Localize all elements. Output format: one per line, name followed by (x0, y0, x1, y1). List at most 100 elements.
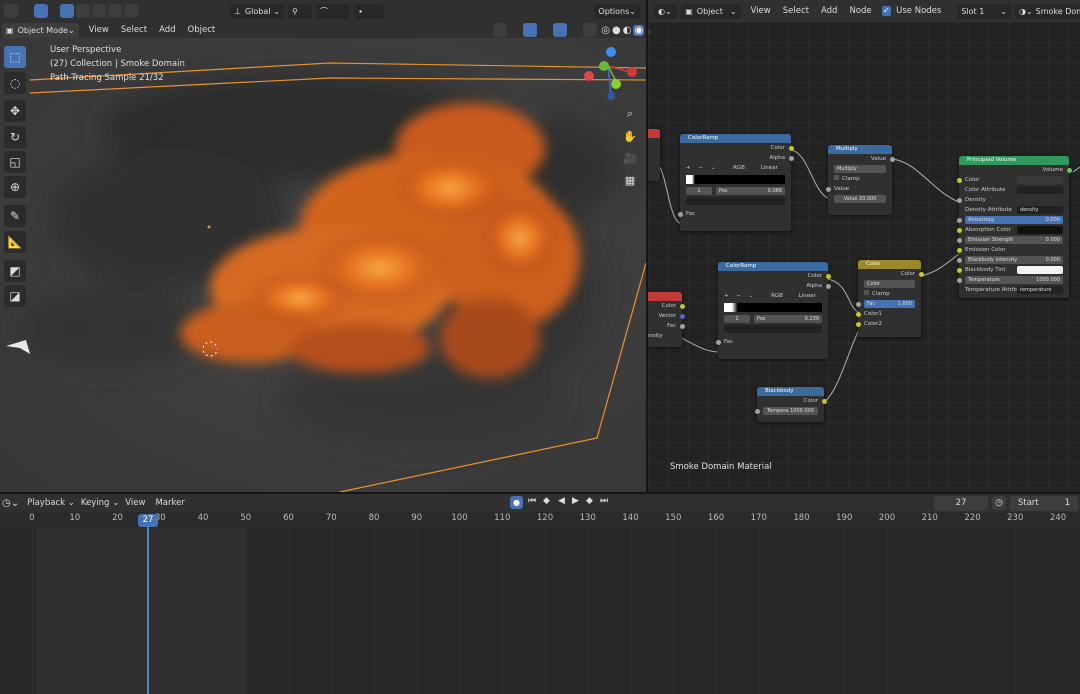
colorramp-node-1[interactable]: ColorRamp Color Alpha + − ⌄ RGB Linear 1… (677, 134, 794, 231)
add-stop-icon[interactable]: + (686, 165, 691, 171)
stop-color-swatch[interactable] (718, 324, 828, 334)
zoom-icon[interactable]: ⌕ (622, 106, 638, 122)
node-menu-add[interactable]: Add (821, 6, 837, 16)
add-cube-tool[interactable]: ◩ (4, 260, 26, 282)
attribute-node[interactable]: Color Vector Fac ensity (648, 292, 685, 347)
editor-type-icon[interactable] (4, 4, 18, 18)
partial-node-top[interactable] (648, 129, 660, 181)
blackbody-node[interactable]: Blackbody Color Tempera 1000.000 (754, 387, 827, 422)
node-menu-node[interactable]: Node (849, 6, 871, 16)
menu-add[interactable]: Add (159, 25, 175, 35)
operation-dropdown[interactable]: Multiply (828, 164, 892, 174)
mode-invert-icon[interactable] (108, 4, 122, 18)
select-tool[interactable]: ⬚ (4, 46, 26, 68)
ortho-grid-icon[interactable]: ▦ (622, 172, 638, 188)
start-frame-field[interactable]: Start 1 (1010, 496, 1078, 511)
gizmo-toggle-icon[interactable] (523, 23, 538, 37)
mix-color-node[interactable]: Color Color Color Clamp Fac 1.000 Color1 … (855, 260, 924, 337)
jump-keyframe-forward-icon[interactable]: ◆ (586, 496, 593, 506)
play-icon[interactable]: ▶ (572, 496, 579, 506)
node-editor[interactable]: Color Vector Fac ensity ColorRamp Color … (648, 22, 1080, 492)
math-multiply-node[interactable]: Multiply Value Multiply Clamp Value Valu… (825, 145, 895, 215)
scale-tool[interactable]: ◱ (4, 151, 26, 173)
mode-intersect-icon[interactable] (124, 4, 138, 18)
stop-index-field[interactable]: 1 (686, 187, 712, 195)
color-mode-dropdown[interactable]: RGB (771, 293, 783, 299)
stop-index-field[interactable]: 2 (724, 315, 750, 323)
menu-marker[interactable]: Marker (155, 498, 184, 508)
options-dropdown[interactable]: Options ⌄ (594, 3, 640, 19)
add-plane-tool[interactable]: ◪ (4, 285, 26, 307)
move-tool[interactable]: ✥ (4, 100, 26, 122)
material-selector[interactable]: ◑⌄ Smoke Domain (1014, 3, 1080, 19)
pivot-point-dropdown[interactable]: ⚲ (288, 3, 312, 19)
shading-solid-icon[interactable]: ● (612, 25, 621, 36)
value-field[interactable]: Value 20.000 (828, 194, 892, 204)
interpolation-dropdown[interactable]: Linear (799, 293, 816, 299)
navigation-gizmo[interactable] (584, 47, 637, 100)
overlay-toggle-icon[interactable] (553, 23, 568, 37)
shading-rendered-icon[interactable]: ◉ (633, 24, 645, 36)
color-mode-dropdown[interactable]: RGB (733, 165, 745, 171)
stop-pos-field[interactable]: Pos 0.066 (716, 187, 785, 195)
interpolation-dropdown[interactable]: Linear (761, 165, 778, 171)
jump-start-icon[interactable]: ⏮ (528, 496, 536, 506)
transform-tool[interactable]: ⊕ (4, 176, 26, 198)
attr-name-field[interactable]: ensity (648, 331, 682, 341)
remove-stop-icon[interactable]: − (698, 165, 703, 171)
use-nodes-checkbox[interactable]: ✓ (881, 6, 892, 16)
annotate-tool[interactable]: ✎ (4, 205, 26, 227)
select-box-icon[interactable] (34, 4, 48, 18)
xray-toggle-icon[interactable] (583, 23, 598, 37)
clamp-checkbox[interactable]: Clamp (858, 289, 921, 299)
cursor-tool[interactable]: ◌ (4, 72, 26, 94)
blend-mode-dropdown[interactable]: Color (858, 279, 921, 289)
clamp-checkbox[interactable]: Clamp (828, 174, 892, 184)
ramp-gradient[interactable] (680, 173, 791, 186)
object-mode-dropdown[interactable]: ▣ Object Mode ⌄ (2, 22, 79, 38)
ramp-gradient[interactable] (718, 301, 828, 314)
current-frame-field[interactable]: 27 (934, 496, 988, 511)
pan-hand-icon[interactable]: ✋ (622, 128, 638, 144)
add-stop-icon[interactable]: + (724, 293, 729, 299)
region-toggle-icon[interactable]: › (648, 28, 651, 36)
mode-new-icon[interactable] (60, 4, 74, 18)
shading-wireframe-icon[interactable]: ◎ (601, 25, 610, 36)
slot-dropdown[interactable]: Slot 1 ⌄ (957, 3, 1011, 19)
jump-keyframe-back-icon[interactable]: ◆ (543, 496, 550, 506)
shading-material-icon[interactable]: ◐ (623, 25, 632, 36)
camera-view-icon[interactable]: 🎥 (622, 150, 638, 166)
menu-playback[interactable]: Playback ⌄ (27, 498, 75, 508)
object-shader-dropdown[interactable]: ▣ Object ⌄ (681, 3, 741, 19)
playhead-frame-badge[interactable]: 27 (138, 514, 158, 527)
clock-icon[interactable]: ◷⌄ (2, 498, 19, 509)
ramp-menu-icon[interactable]: ⌄ (711, 165, 716, 171)
transform-orientation-dropdown[interactable]: ⊥ Global ⌄ (230, 3, 284, 19)
ramp-menu-icon[interactable]: ⌄ (749, 293, 754, 299)
menu-keying[interactable]: Keying ⌄ (81, 498, 119, 508)
node-editor-type-dropdown[interactable]: ◐⌄ (654, 3, 678, 19)
menu-view[interactable]: View (89, 25, 109, 35)
playhead-line[interactable] (147, 524, 149, 694)
proportional-edit-toggle[interactable]: ∙ (354, 3, 384, 19)
auto-keying-button[interactable]: ● (510, 496, 523, 509)
mode-subtract-icon[interactable] (92, 4, 106, 18)
mode-extend-icon[interactable] (76, 4, 90, 18)
colorramp-node-2[interactable]: ColorRamp Color Alpha + − ⌄ RGB Linear 2… (715, 262, 831, 359)
rotate-tool[interactable]: ↻ (4, 126, 26, 148)
play-reverse-icon[interactable]: ◀ (558, 496, 565, 506)
node-menu-view[interactable]: View (751, 6, 771, 16)
node-menu-select[interactable]: Select (783, 6, 809, 16)
remove-stop-icon[interactable]: − (736, 293, 741, 299)
menu-view[interactable]: View (125, 498, 145, 508)
stop-color-swatch[interactable] (680, 196, 791, 206)
3d-viewport[interactable]: ⬚ ◌ ✥ ↻ ◱ ⊕ ✎ 📐 ◩ ◪ User Perspective (27… (0, 38, 646, 492)
snap-toggle[interactable]: ⌒ (316, 3, 350, 19)
jump-end-icon[interactable]: ⏭ (600, 496, 608, 506)
stopwatch-icon[interactable]: ◷ (992, 496, 1006, 510)
visibility-icon[interactable] (493, 23, 508, 37)
measure-tool[interactable]: 📐 (4, 231, 26, 253)
sidebar-toggle-icon[interactable] (4, 338, 30, 356)
timeline[interactable]: ◷⌄ Playback ⌄ Keying ⌄ View Marker ● ⏮ ◆… (0, 494, 1080, 694)
menu-select[interactable]: Select (121, 25, 147, 35)
